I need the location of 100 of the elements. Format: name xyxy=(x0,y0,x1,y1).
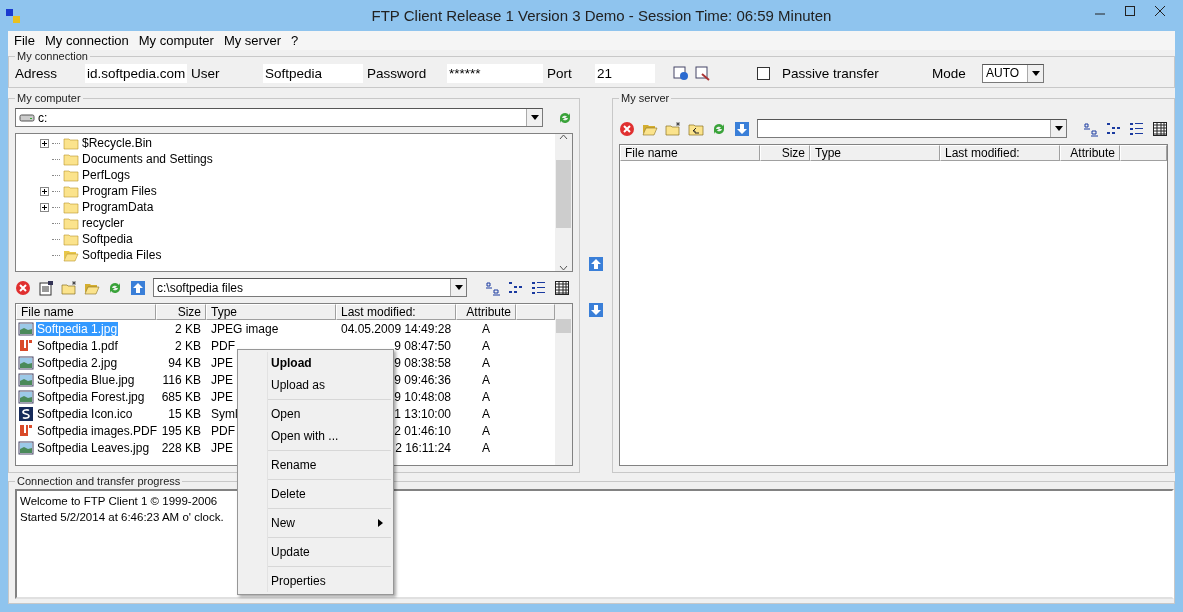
pdf-file-icon xyxy=(18,337,34,354)
log-line: Welcome to FTP Client 1 © 1999-2006 xyxy=(20,494,218,509)
small-icons-view-icon[interactable] xyxy=(508,279,524,296)
column-header[interactable]: Last modified: xyxy=(940,145,1060,161)
download-icon[interactable] xyxy=(588,302,604,318)
password-field[interactable]: ****** xyxy=(447,63,543,83)
column-header[interactable]: Attribute xyxy=(1060,145,1120,161)
connect-icon[interactable] xyxy=(673,65,689,81)
upload-icon[interactable] xyxy=(130,279,146,296)
file-name[interactable]: Softpedia Blue.jpg xyxy=(36,372,136,387)
column-header[interactable]: Type xyxy=(206,304,336,320)
details-view-icon[interactable] xyxy=(554,279,570,296)
details-view-icon[interactable] xyxy=(1152,120,1168,137)
passive-checkbox[interactable] xyxy=(757,66,770,80)
file-name[interactable]: Softpedia 2.jpg xyxy=(36,355,119,370)
file-type: PDF xyxy=(211,338,235,353)
file-name[interactable]: Softpedia 1.pdf xyxy=(36,338,119,353)
app-icon xyxy=(6,8,20,23)
scrollbar[interactable] xyxy=(555,304,572,465)
small-icons-view-icon[interactable] xyxy=(1106,120,1122,137)
list-view-icon[interactable] xyxy=(1129,120,1145,137)
tree-item[interactable]: $Recycle.Bin xyxy=(82,136,153,150)
checkbox-label: Passive transfer xyxy=(782,65,880,81)
tree-item[interactable]: ProgramData xyxy=(82,200,154,214)
disconnect-icon[interactable] xyxy=(695,65,711,81)
mode-dropdown[interactable]: AUTO xyxy=(982,63,1044,83)
menu-item[interactable]: ? xyxy=(288,33,306,48)
tree-item[interactable]: Softpedia xyxy=(82,232,133,246)
column-header[interactable]: Type xyxy=(810,145,940,161)
file-size: 116 KB xyxy=(161,372,202,387)
file-name[interactable]: Softpedia Icon.ico xyxy=(36,406,134,421)
menu-item[interactable]: Upload xyxy=(238,352,393,374)
column-header[interactable]: Size xyxy=(156,304,206,320)
user-field[interactable]: Softpedia xyxy=(263,63,363,83)
file-name[interactable]: Softpedia Leaves.jpg xyxy=(36,440,151,455)
file-attribute: A xyxy=(481,440,491,455)
dropdown-arrow-icon[interactable] xyxy=(1054,126,1063,131)
submenu-arrow-icon xyxy=(378,519,383,527)
file-date: 9 09:46:36 xyxy=(394,372,451,387)
image-file-icon xyxy=(18,320,34,337)
column-header[interactable]: Size xyxy=(760,145,810,161)
column-header[interactable]: File name xyxy=(620,145,760,161)
menu-item[interactable]: File xyxy=(11,33,42,48)
file-attribute: A xyxy=(481,372,491,387)
properties-icon[interactable] xyxy=(38,279,54,296)
file-attribute: A xyxy=(481,423,491,438)
file-attribute: A xyxy=(481,355,491,370)
menu-item[interactable]: My server xyxy=(220,33,288,48)
file-type: JPE xyxy=(211,389,233,404)
expand-icon[interactable] xyxy=(40,138,49,148)
file-name[interactable]: Softpedia Forest.jpg xyxy=(36,389,146,404)
scroll-up-icon[interactable] xyxy=(559,134,568,140)
dropdown-arrow-icon[interactable] xyxy=(1031,70,1040,76)
tree-item[interactable]: Program Files xyxy=(82,184,157,198)
server-path-dropdown[interactable] xyxy=(757,119,1067,138)
list-view-icon[interactable] xyxy=(531,279,547,296)
dropdown-arrow-icon[interactable] xyxy=(530,115,539,120)
column-header[interactable]: File name xyxy=(16,304,156,320)
group-title: My connection xyxy=(16,50,89,62)
scrollbar[interactable] xyxy=(555,134,572,271)
image-file-icon xyxy=(18,354,34,371)
close-icon[interactable] xyxy=(1155,6,1165,16)
file-name[interactable]: Softpedia images.PDF xyxy=(36,423,159,438)
download-icon[interactable] xyxy=(734,120,750,137)
expand-icon[interactable] xyxy=(40,202,49,212)
upload-icon[interactable] xyxy=(588,256,604,272)
maximize-icon[interactable] xyxy=(1125,6,1135,16)
port-field[interactable]: 21 xyxy=(595,63,655,83)
scroll-down-icon[interactable] xyxy=(559,265,568,271)
tree-item[interactable]: Documents and Settings xyxy=(82,152,213,166)
column-header[interactable]: Attribute xyxy=(456,304,516,320)
file-date: 9 08:47:50 xyxy=(394,338,451,353)
tree-item[interactable]: PerfLogs xyxy=(82,168,131,182)
expand-icon[interactable] xyxy=(40,186,49,196)
tree-item[interactable]: Softpedia Files xyxy=(82,248,162,262)
file-size: 15 KB xyxy=(167,406,202,421)
cancel-icon[interactable] xyxy=(15,279,31,296)
address-field[interactable]: id.softpedia.com xyxy=(85,63,187,83)
file-date: 04.05.2009 14:49:28 xyxy=(341,321,452,336)
field-label: Adress xyxy=(15,65,59,81)
file-date: 2 16:11:24 xyxy=(395,440,451,455)
file-type: PDF xyxy=(211,423,235,438)
dropdown-arrow-icon[interactable] xyxy=(454,285,463,290)
file-date: 2 01:46:10 xyxy=(394,423,451,438)
menu-item[interactable]: My connection xyxy=(41,33,136,48)
menu-item[interactable]: Open with ... xyxy=(238,425,393,447)
file-type: JPEG image xyxy=(211,321,279,336)
tree-item[interactable]: recycler xyxy=(82,216,124,230)
menu-item[interactable]: Upload as xyxy=(238,374,393,396)
file-date: 9 10:48:08 xyxy=(394,389,451,404)
file-type: JPE xyxy=(211,372,233,387)
large-icons-view-icon[interactable] xyxy=(1083,120,1099,137)
window-title: FTP Client Release 1 Version 3 Demo - Session Time: 06:59 Minuten xyxy=(371,7,832,24)
cancel-icon[interactable] xyxy=(619,120,635,137)
path-dropdown[interactable]: c:\softpedia files xyxy=(153,278,467,297)
large-icons-view-icon[interactable] xyxy=(485,279,501,296)
column-header[interactable]: Last modified: xyxy=(336,304,456,320)
letter-s-file-icon xyxy=(18,405,34,422)
menu-item[interactable]: My computer xyxy=(135,33,221,48)
drive-dropdown[interactable]: c: xyxy=(15,108,543,127)
